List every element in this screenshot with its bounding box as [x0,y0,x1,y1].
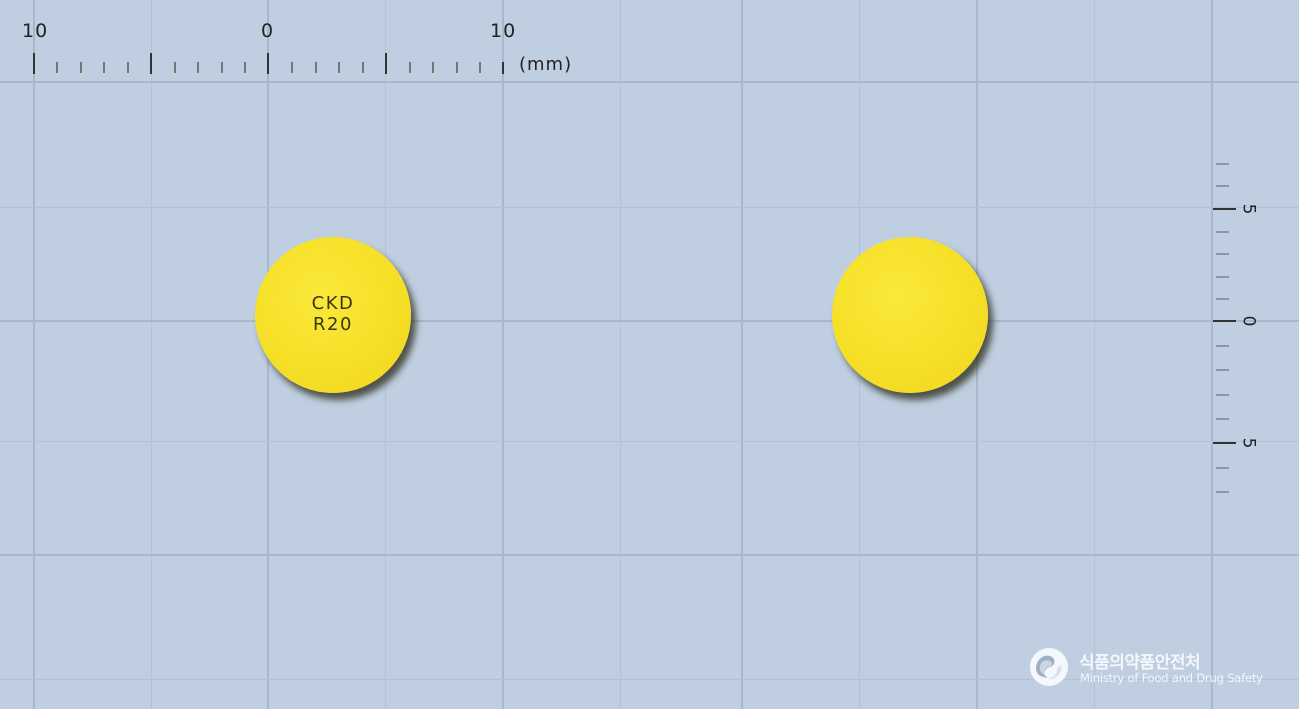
ruler-tick [267,53,269,74]
grid-line [0,207,1299,208]
ruler-label: 0 [261,20,275,42]
ruler-label: 10 [490,20,517,42]
ruler-label: 5 [1238,203,1259,215]
grid-line [1211,0,1213,709]
grid-line [151,0,152,709]
ruler-tick [1216,231,1229,233]
grid-line [0,554,1299,556]
tablet-front: CKD R20 [255,237,411,393]
ruler-label: 5 [1238,437,1259,449]
ruler-tick [338,62,340,73]
ruler-tick [385,53,387,74]
ruler-tick [56,62,58,73]
grid-line [0,81,1299,83]
tablet-back [832,237,988,393]
ruler-tick [150,53,152,74]
taeguk-emblem-icon [1030,648,1068,686]
ruler-tick [1216,467,1229,469]
ruler-tick [432,62,434,73]
ruler-tick [1216,369,1229,371]
ruler-tick [221,62,223,73]
ruler-tick [1213,320,1236,322]
ruler-tick [80,62,82,73]
ruler-label: 0 [1238,315,1259,327]
ruler-tick [174,62,176,73]
grid-line [0,441,1299,442]
tablet-imprint-line2: R20 [313,314,353,335]
ruler-tick [479,62,481,73]
grid-line [0,320,1299,322]
ruler-tick [1216,276,1229,278]
ruler-label: 10 [22,20,49,42]
ruler-tick [1216,418,1229,420]
ruler-tick [1216,345,1229,347]
ruler-unit: (mm) [519,54,573,75]
grid-line [502,0,504,709]
ruler-tick [409,62,411,73]
ministry-name-korean: 식품의약품안전처 [1079,653,1201,673]
ruler-tick [1216,163,1229,165]
grid-line [620,0,621,709]
grid-line [1094,0,1095,709]
ruler-tick [1216,298,1229,300]
ruler-tick [1213,208,1236,210]
grid-line [33,0,35,709]
ruler-tick [502,62,504,74]
ruler-tick [127,62,129,73]
ministry-name-english: Ministry of Food and Drug Safety [1080,671,1263,685]
ruler-tick [362,62,364,73]
pill-identification-image: 10 0 10 (mm) 5 0 5 CKD R20 식품의약품안전처 Mini… [0,0,1299,709]
ruler-tick [103,62,105,73]
ruler-tick [291,62,293,73]
ruler-tick [197,62,199,73]
ruler-tick [33,53,35,74]
tablet-imprint-line1: CKD [311,293,355,314]
ruler-tick [1216,394,1229,396]
ruler-tick [1213,442,1236,444]
ruler-tick [315,62,317,73]
ruler-tick [1216,185,1229,187]
ruler-tick [244,62,246,73]
ruler-tick [1216,491,1229,493]
grid-line [741,0,743,709]
ruler-tick [1216,253,1229,255]
ruler-tick [456,62,458,73]
